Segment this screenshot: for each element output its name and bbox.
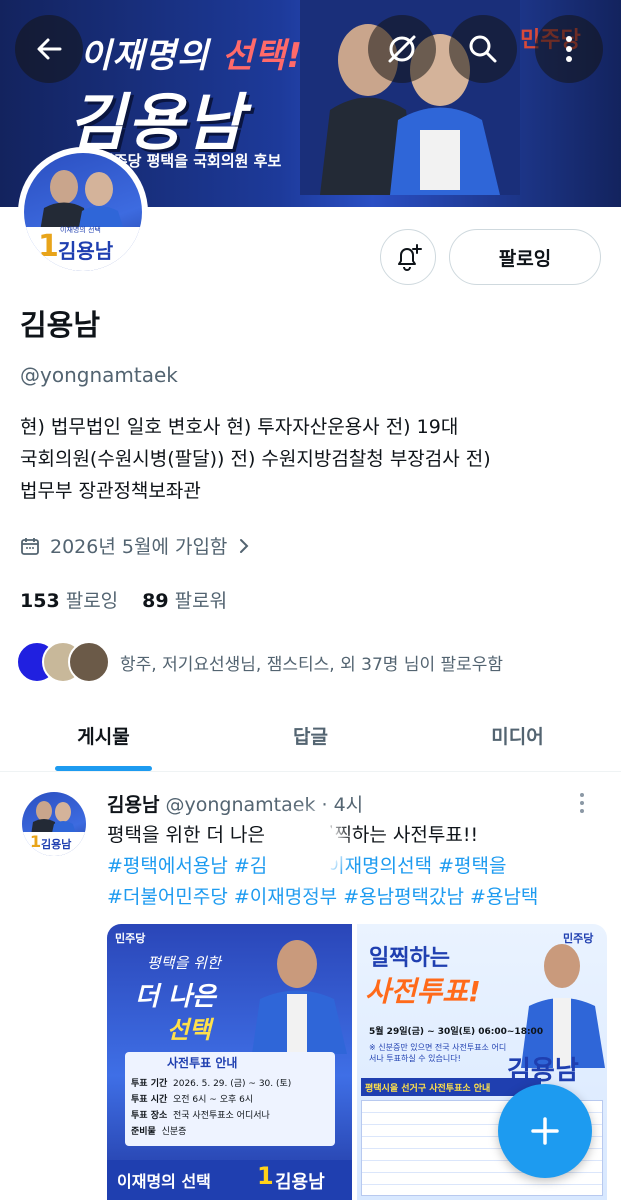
- post-text-start: 평택을 위한 더 나은: [107, 824, 265, 846]
- profile-tabs: 게시물 답글 미디어: [0, 700, 621, 772]
- hashtag-link[interactable]: #이재명의선택 #평택을: [311, 855, 506, 877]
- img1-line2: 더 나은: [135, 982, 216, 1012]
- post-header: 김용남 @yongnamtaek · 4시: [107, 790, 363, 817]
- followers-link[interactable]: 89 팔로워: [142, 590, 227, 612]
- more-vertical-icon: [566, 36, 572, 62]
- followed-by-text: 항주, 저기요선생님, 잼스티스, 외 37명 님이 팔로우함: [120, 654, 504, 675]
- img2-title2: 사전투표!: [365, 975, 481, 1008]
- more-vertical-icon: [580, 793, 584, 813]
- img2-date: 5월 29일(금) ~ 30일(토) 06:00~18:00: [369, 1027, 544, 1037]
- img2-note: ※ 신분증만 있으면 전국 사전투표소 어디서나 투표하실 수 있습니다!: [369, 1043, 507, 1063]
- avatar[interactable]: 1 김용남 이재명의 선택: [24, 153, 142, 271]
- img2-candidate-photo: [521, 944, 605, 1068]
- profile-handle: @yongnamtaek: [20, 363, 178, 387]
- following-link[interactable]: 153 팔로잉: [20, 590, 118, 612]
- post-avatar-number: 1: [30, 832, 42, 851]
- search-icon: [469, 35, 497, 63]
- notification-button[interactable]: [380, 229, 436, 285]
- joined-date[interactable]: 2026년 5월에 가입함: [20, 532, 251, 559]
- img1-line3: 선택: [167, 1016, 212, 1044]
- following-count: 153: [20, 590, 60, 612]
- following-button[interactable]: 팔로잉: [449, 229, 601, 285]
- bio-line: 현) 법무법인 일호 변호사 현) 투자자산운용사 전) 19대: [20, 416, 459, 438]
- more-options-button[interactable]: [535, 15, 603, 83]
- post-image-1[interactable]: 민주당 평택을 위한 더 나은 선택 사전투표 안내 투표 기간 2026. 5…: [107, 924, 352, 1200]
- img1-table: 투표 기간 2026. 5. 29. (금) ~ 30. (토) 투표 시간 오…: [131, 1079, 292, 1137]
- plus-icon: [531, 1117, 559, 1145]
- post-more-button[interactable]: [578, 792, 586, 820]
- follower-avatar: [68, 641, 110, 683]
- img2-table-title: 평택시을 선거구 사전투표소 안내: [365, 1084, 491, 1094]
- compose-button[interactable]: [498, 1084, 592, 1178]
- img1-footer: 이재명의 선택: [117, 1172, 211, 1191]
- post-avatar[interactable]: 1 김용남: [22, 792, 86, 856]
- grok-icon: [388, 35, 416, 63]
- arrow-left-icon: [37, 38, 62, 60]
- img1-panel-title: 사전투표 안내: [167, 1056, 238, 1070]
- avatar-name: 김용남: [58, 239, 114, 263]
- active-tab-indicator: [55, 766, 152, 771]
- obscured-region: [279, 818, 339, 878]
- back-button[interactable]: [15, 15, 83, 83]
- avatar-number: 1: [38, 229, 59, 264]
- post-author[interactable]: 김용남: [107, 794, 159, 816]
- hashtag-link[interactable]: #평택에서용남 #김: [107, 855, 267, 877]
- follow-stats: 153 팔로잉 89 팔로워: [20, 586, 227, 613]
- search-button[interactable]: [449, 15, 517, 83]
- post-avatar-name: 김용남: [41, 838, 72, 851]
- profile-bio: 현) 법무법인 일호 변호사 현) 투자자산운용사 전) 19대 국회의원(수원…: [20, 411, 580, 507]
- img1-line1: 평택을 위한: [147, 954, 221, 972]
- post-text: 평택을 위한 더 나은 일찍하는 사전투표!! #평택에서용남 #김 #이재명의선택…: [107, 820, 607, 913]
- avatar-caption: 이재명의 선택: [60, 226, 101, 234]
- tab-posts[interactable]: 게시물: [0, 700, 207, 771]
- img1-candidate-photo: [252, 940, 347, 1054]
- post-handle[interactable]: @yongnamtaek: [166, 794, 316, 816]
- calendar-icon: [21, 537, 39, 555]
- profile-name: 김용남: [20, 308, 101, 342]
- tab-media[interactable]: 미디어: [414, 700, 621, 771]
- chevron-right-icon: [240, 538, 249, 553]
- img1-footer-num: 1: [257, 1162, 274, 1190]
- grok-button[interactable]: [368, 15, 436, 83]
- tab-replies[interactable]: 답글: [207, 700, 414, 771]
- followers-count: 89: [142, 590, 169, 612]
- post-time: · 4시: [321, 794, 364, 816]
- joined-text: 2026년 5월에 가입함: [50, 536, 228, 558]
- following-label: 팔로잉: [65, 590, 119, 612]
- img1-party: 민주당: [115, 932, 146, 945]
- post-text-end: 일찍하는 사전투표!!: [316, 824, 479, 846]
- hashtag-link[interactable]: #더불어민주당 #이재명정부 #용남평택갔남 #용남택: [107, 882, 607, 913]
- followers-label: 팔로워: [174, 590, 228, 612]
- img1-footer-name: 김용남: [275, 1172, 325, 1193]
- bio-line: 법무부 장관정책보좌관: [20, 480, 201, 502]
- bell-plus-icon: [398, 244, 422, 271]
- banner-title: 이재명의 선택!!: [80, 36, 320, 76]
- bio-line: 국회의원(수원시병(팔달)) 전) 수원지방검찰청 부장검사 전): [20, 448, 491, 470]
- img2-title1: 일찍하는: [369, 946, 450, 971]
- followers-you-know[interactable]: 항주, 저기요선생님, 잼스티스, 외 37명 님이 팔로우함: [16, 641, 503, 683]
